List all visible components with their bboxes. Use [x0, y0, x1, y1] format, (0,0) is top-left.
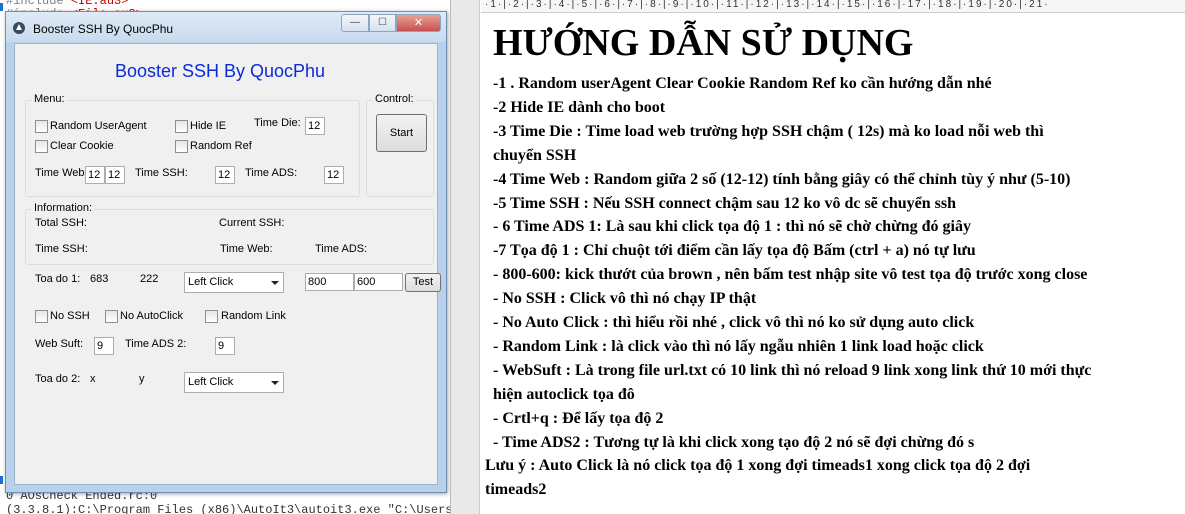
- clear-cookie-checkbox[interactable]: [35, 140, 48, 153]
- time-web-max-input[interactable]: 12: [105, 166, 125, 184]
- toa-do-1-x: 683: [90, 273, 109, 285]
- document-line: timeads2: [485, 481, 547, 499]
- web-suft-label: Web Suft:: [35, 338, 84, 350]
- toa-do-2-click-type-select[interactable]: Left Click: [184, 372, 284, 393]
- clear-cookie-label: Clear Cookie: [50, 140, 114, 152]
- fold-marker: [0, 476, 3, 484]
- toa-do-1-click-type-select[interactable]: Left Click: [184, 272, 284, 293]
- start-button[interactable]: Start: [376, 114, 427, 152]
- toa-do-1-label: Toa do 1:: [35, 273, 81, 285]
- random-ref-label: Random Ref: [190, 140, 252, 152]
- no-autoclick-checkbox[interactable]: [105, 310, 118, 323]
- time-ads-input[interactable]: 12: [324, 166, 344, 184]
- document-heading: HƯỚNG DẪN SỬ DỤNG: [493, 22, 914, 64]
- document-line: - Random Link : là click vào thì nó lấy …: [493, 337, 984, 355]
- toa-do-2-click-type-value: Left Click: [188, 376, 234, 388]
- hide-ie-label: Hide IE: [190, 120, 227, 132]
- document-page: ·1·|·2·|·3·|·4·|·5·|·6·|·7·|·8·|·9·|·10·…: [481, 0, 1185, 514]
- test-height-input[interactable]: 600: [354, 273, 403, 291]
- time-web-label: Time Web: [35, 167, 85, 179]
- chevron-down-icon: [271, 381, 279, 385]
- window-titlebar[interactable]: Booster SSH By QuocPhu — ☐ ✕: [6, 12, 446, 42]
- random-link-checkbox[interactable]: [205, 310, 218, 323]
- info-time-ads-label: Time ADS:: [315, 243, 368, 255]
- app-icon: [13, 22, 25, 34]
- document-line: - No Auto Click : thì hiểu rồi nhé , cli…: [493, 314, 975, 331]
- chevron-down-icon: [271, 281, 279, 285]
- time-die-label: Time Die:: [254, 117, 301, 129]
- pane-divider[interactable]: [450, 0, 480, 514]
- menu-legend: Menu:: [32, 93, 67, 105]
- no-ssh-checkbox[interactable]: [35, 310, 48, 323]
- web-suft-input[interactable]: 9: [94, 337, 114, 355]
- document-line: -3 Time Die : Time load web trường hợp S…: [493, 122, 1044, 140]
- ruler: ·1·|·2·|·3·|·4·|·5·|·6·|·7·|·8·|·9·|·10·…: [481, 0, 1185, 13]
- document-line: -5 Time SSH : Nếu SSH connect chậm sau 1…: [493, 194, 957, 212]
- control-legend: Control:: [373, 93, 416, 105]
- total-ssh-label: Total SSH:: [35, 217, 87, 229]
- document-line: -4 Time Web : Random giữa 2 số (12-12) t…: [493, 170, 1071, 188]
- app-header-title: Booster SSH By QuocPhu: [114, 61, 326, 81]
- document-line: - No SSH : Click vô thì nó chạy IP thật: [493, 290, 757, 308]
- minimize-button[interactable]: —: [341, 14, 369, 32]
- document-line: chuyển SSH: [493, 146, 577, 164]
- toa-do-1-click-type-value: Left Click: [188, 276, 234, 288]
- ruler-marks: ·1·|·2·|·3·|·4·|·5·|·6·|·7·|·8·|·9·|·10·…: [485, 0, 1050, 10]
- time-ssh-input[interactable]: 12: [215, 166, 235, 184]
- toa-do-2-x: x: [90, 373, 96, 385]
- window-client-area: Booster SSH By QuocPhu Menu: Random User…: [14, 43, 441, 485]
- maximize-button[interactable]: ☐: [369, 14, 396, 32]
- console-command-line: (3.3.8.1):C:\Program Files (x86)\AutoIt3…: [6, 503, 460, 514]
- document-line: - WebSuft : Là trong file url.txt có 10 …: [493, 361, 1092, 379]
- random-useragent-label: Random UserAgent: [50, 120, 147, 132]
- document-line: -7 Tọa độ 1 : Chỉ chuột tới điểm cần lấy…: [493, 242, 976, 260]
- toa-do-1-y: 222: [140, 273, 159, 285]
- time-ssh-label: Time SSH:: [135, 167, 188, 179]
- fold-marker: [0, 3, 3, 11]
- booster-ssh-window: Booster SSH By QuocPhu — ☐ ✕ Booster SSH…: [5, 11, 447, 493]
- time-ads-label: Time ADS:: [245, 167, 298, 179]
- no-autoclick-label: No AutoClick: [120, 310, 183, 322]
- toa-do-2-y: y: [139, 373, 145, 385]
- random-link-label: Random Link: [221, 310, 286, 322]
- time-ads2-input[interactable]: 9: [215, 337, 235, 355]
- time-die-input[interactable]: 12: [305, 117, 325, 135]
- document-line: - 800-600: kick thướt của brown , nên bấ…: [493, 266, 1088, 284]
- document-line: Lưu ý : Auto Click là nó click tọa độ 1 …: [485, 457, 1031, 475]
- random-useragent-checkbox[interactable]: [35, 120, 48, 133]
- document-line: -1 . Random userAgent Clear Cookie Rando…: [493, 75, 992, 92]
- document-line: - Time ADS2 : Tương tự là khi click xong…: [493, 433, 975, 451]
- close-button[interactable]: ✕: [396, 14, 441, 32]
- test-width-input[interactable]: 800: [305, 273, 354, 291]
- info-time-web-label: Time Web:: [220, 243, 273, 255]
- time-web-min-input[interactable]: 12: [85, 166, 105, 184]
- document-line: hiện autoclick tọa đô: [493, 385, 635, 403]
- information-legend: Information:: [32, 202, 95, 214]
- document-line: -2 Hide IE dành cho boot: [493, 98, 666, 116]
- hide-ie-checkbox[interactable]: [175, 120, 188, 133]
- time-ads2-label: Time ADS 2:: [125, 338, 187, 350]
- random-ref-checkbox[interactable]: [175, 140, 188, 153]
- window-title: Booster SSH By QuocPhu: [33, 22, 174, 36]
- toa-do-2-label: Toa do 2:: [35, 373, 81, 385]
- document-line: - 6 Time ADS 1: Là sau khi click tọa độ …: [493, 218, 971, 236]
- no-ssh-label: No SSH: [50, 310, 90, 322]
- test-button[interactable]: Test: [405, 273, 441, 292]
- document-line: - Crtl+q : Để lấy tọa độ 2: [493, 409, 664, 427]
- current-ssh-label: Current SSH:: [219, 217, 285, 229]
- info-time-ssh-label: Time SSH:: [35, 243, 88, 255]
